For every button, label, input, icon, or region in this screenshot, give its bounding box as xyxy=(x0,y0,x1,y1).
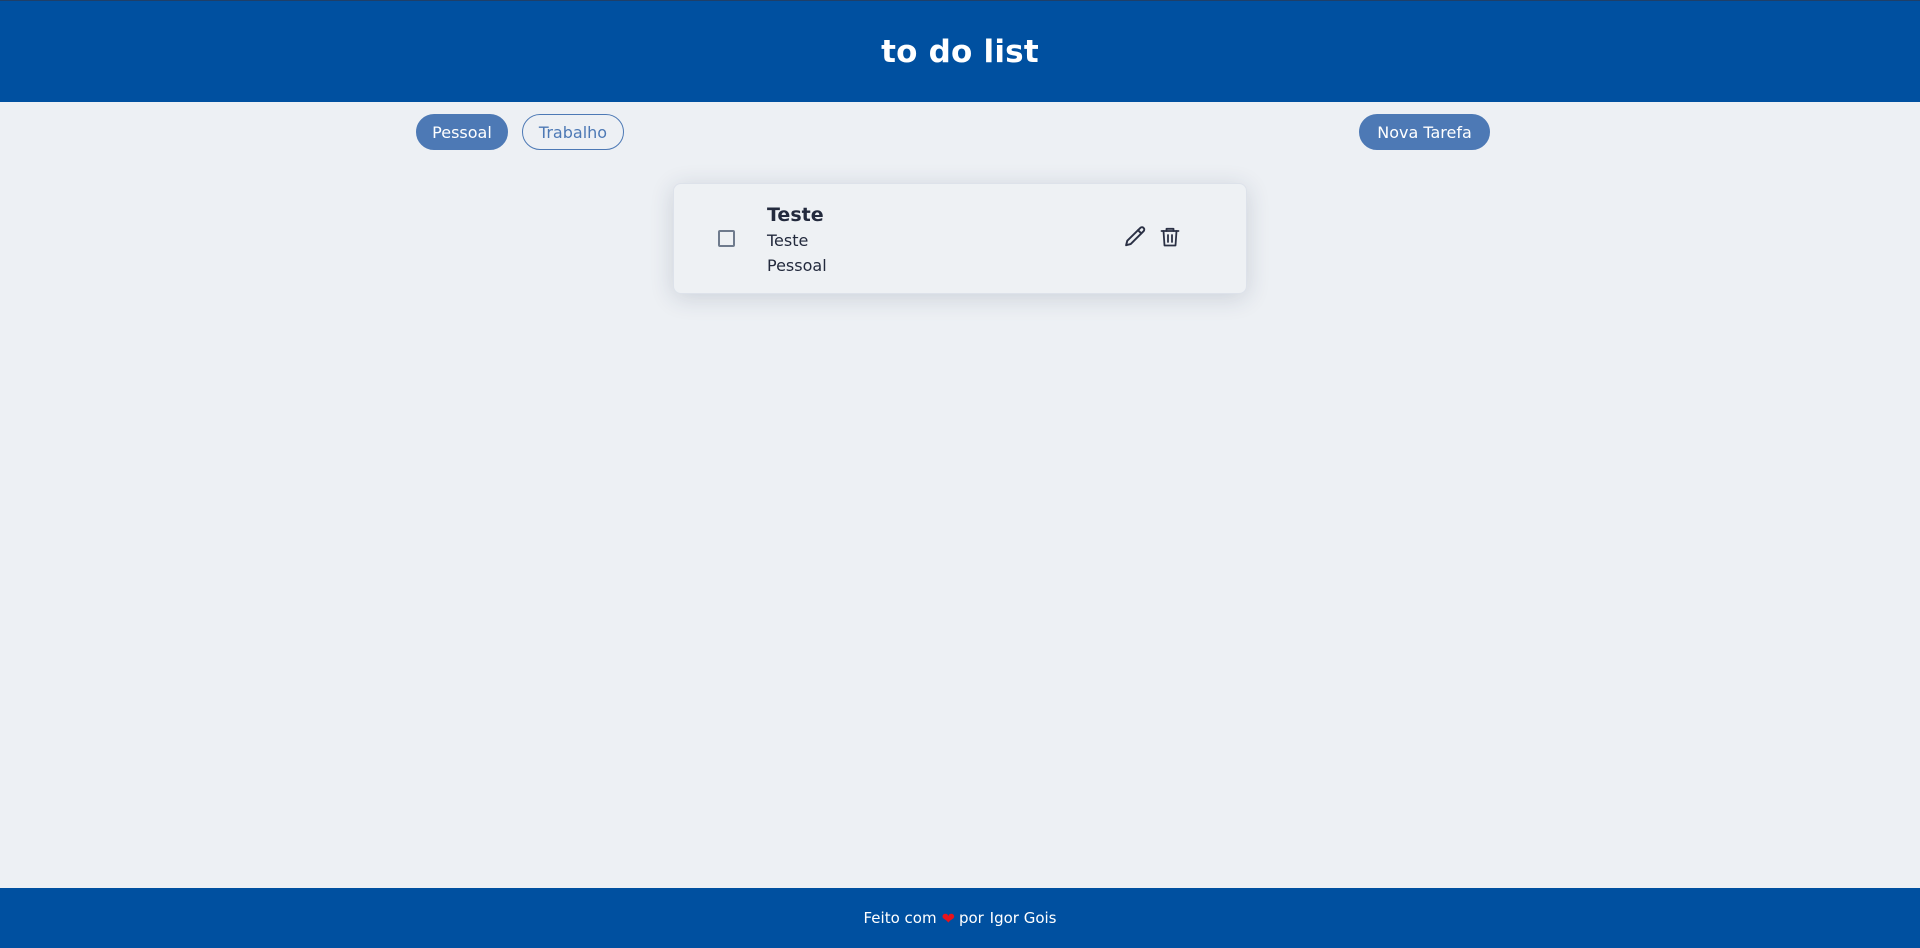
delete-button[interactable] xyxy=(1156,222,1184,252)
task-info: Teste Teste Pessoal xyxy=(767,202,827,278)
pencil-icon xyxy=(1125,226,1146,247)
tab-trabalho[interactable]: Trabalho xyxy=(522,114,624,150)
task-card: Teste Teste Pessoal xyxy=(673,183,1247,294)
page-title: to do list xyxy=(881,34,1039,70)
tab-pessoal[interactable]: Pessoal xyxy=(416,114,508,150)
footer-author-name: Igor Gois xyxy=(989,909,1057,927)
footer-prefix: Feito com xyxy=(863,909,937,927)
trash-icon xyxy=(1160,227,1180,247)
task-category: Pessoal xyxy=(767,256,827,275)
footer-author: Igor Gois xyxy=(985,909,1057,927)
edit-button[interactable] xyxy=(1121,222,1149,252)
task-actions xyxy=(1121,222,1184,252)
todo-app: to do list Pessoal Trabalho Nova Tarefa … xyxy=(0,0,1920,948)
new-task-button[interactable]: Nova Tarefa xyxy=(1359,114,1490,150)
footer-middle: por xyxy=(958,909,984,927)
heart-icon: ❤ xyxy=(941,908,955,928)
app-header: to do list xyxy=(0,0,1920,102)
task-description: Teste xyxy=(767,231,809,250)
task-checkbox[interactable] xyxy=(718,230,735,247)
task-title: Teste xyxy=(767,204,824,226)
app-footer: Feito com ❤ por Igor Gois xyxy=(0,888,1920,948)
toolbar: Pessoal Trabalho Nova Tarefa xyxy=(416,114,1490,150)
